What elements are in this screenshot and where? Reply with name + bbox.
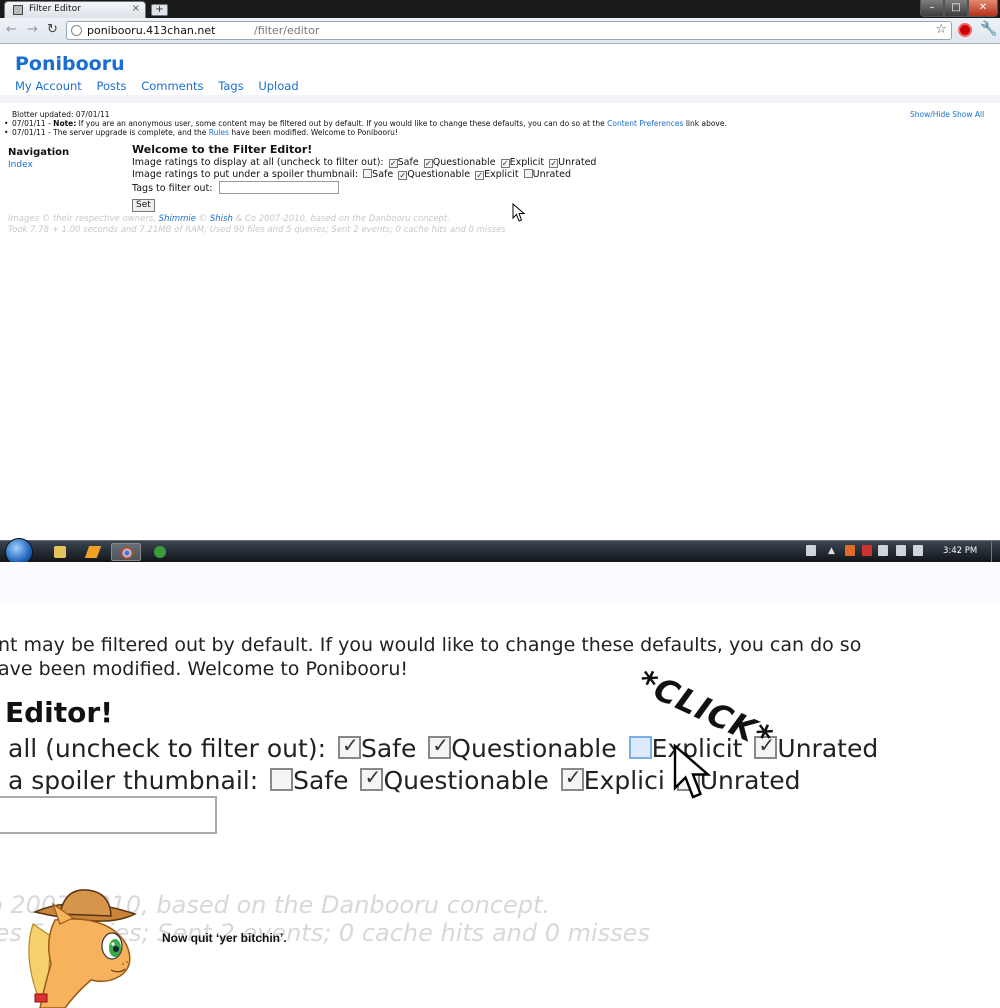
nav-posts[interactable]: Posts [96,79,126,93]
zoomed-spoiler-safe-checkbox[interactable] [270,768,294,791]
reload-icon[interactable]: ↻ [47,22,58,37]
navigation-heading: Navigation [8,147,70,158]
shimmie-link[interactable]: Shimmie [159,214,196,224]
browser-toolbar: ← → ↻ ponibooru.413chan.net /filter/edit… [0,18,1000,44]
back-arrow-icon[interactable]: ← [6,22,17,37]
blotter: Blotter updated: 07/01/11 • 07/01/11 - No… [4,110,892,137]
shish-link[interactable]: Shish [210,214,233,224]
blotter-entry: • 07/01/11 - The server upgrade is comple… [4,128,398,137]
nav-comments[interactable]: Comments [141,79,203,93]
site-title[interactable]: Ponibooru [15,53,125,75]
display-questionable-checkbox[interactable] [423,159,433,168]
set-button[interactable]: Set [132,199,155,212]
address-bar[interactable]: ponibooru.413chan.net /filter/editor ☆ [66,21,952,40]
display-ratings-row: Image ratings to display at all (uncheck… [132,157,596,169]
web-page: Ponibooru My Account Posts Comments Tags… [0,45,1000,540]
comic-caption: Now quit ‘yer bitchin’. [162,931,287,945]
tags-filter-input[interactable] [218,181,339,194]
zoomed-tags-input[interactable] [0,796,217,834]
spoiler-questionable-checkbox[interactable] [398,171,408,180]
new-tab-button[interactable]: + [151,4,168,16]
filter-editor-form: Welcome to the Filter Editor! Image rati… [132,143,596,212]
page-footer: Images © their respective owners, Shimmi… [8,214,506,235]
rules-link[interactable]: Rules [209,128,229,137]
speaker-muted-icon[interactable] [845,545,855,556]
applejack-pony-icon [28,889,137,1008]
winamp-icon [84,546,102,558]
nav-my-account[interactable]: My Account [15,79,82,93]
keyboard-tray-icon[interactable] [806,545,816,556]
page-favicon-icon [13,5,23,15]
clock[interactable]: 3:42 PM [943,546,977,556]
taskbar-winamp[interactable] [78,543,108,561]
tray-expand-icon[interactable]: ▲ [828,546,838,557]
extension-icon[interactable] [958,23,972,37]
zoomed-editor-title: Editor! [5,696,113,729]
zoomed-spoiler-explicit-checkbox[interactable] [560,765,584,791]
windows-taskbar: ▲ 3:42 PM [0,538,1000,566]
tab-filter-editor[interactable]: Filter Editor × [4,1,146,18]
display-safe-checkbox[interactable] [388,159,398,168]
top-nav: My Account Posts Comments Tags Upload [15,79,310,93]
minimize-button[interactable]: – [920,0,944,17]
zoomed-cursor-icon [673,743,712,799]
display-explicit-checkbox[interactable] [500,159,510,168]
zoomed-explicit-checkbox[interactable] [628,736,652,759]
tab-strip: Filter Editor × + – □ ✕ [0,0,1000,18]
url-path: /filter/editor [254,24,320,37]
battery-icon[interactable] [896,545,906,556]
tab-title: Filter Editor [29,4,81,14]
show-hide-link[interactable]: Show/Hide Show All [910,110,984,119]
zoomed-header-band [0,562,1000,602]
taskbar-utorrent[interactable] [145,543,175,561]
url-host: ponibooru.413chan.net [87,24,216,37]
zoomed-blotter-line: nt may be filtered out by default. If yo… [0,634,862,656]
chrome-icon [121,547,133,559]
taskbar-explorer[interactable] [45,543,75,561]
folder-icon [54,546,66,558]
tags-row: Tags to filter out: [132,181,596,196]
volume-icon[interactable] [913,545,923,556]
spoiler-safe-checkbox[interactable] [363,169,373,178]
flag-icon[interactable] [862,545,872,556]
nav-upload[interactable]: Upload [258,79,298,93]
usb-icon[interactable] [878,545,888,556]
navigation-index-link[interactable]: Index [8,160,33,170]
blotter-updated: Blotter updated: 07/01/11 [12,110,110,119]
filter-editor-title: Welcome to the Filter Editor! [132,143,313,156]
zoomed-safe-checkbox[interactable] [337,733,361,759]
forward-arrow-icon[interactable]: → [27,22,38,37]
spoiler-ratings-row: Image ratings to put under a spoiler thu… [132,169,596,181]
screenshot-frame: Filter Editor × + – □ ✕ ← → ↻ ponibooru.… [0,0,1000,1008]
zoomed-panel: nt may be filtered out by default. If yo… [0,562,1000,1008]
header-separator [0,95,1000,103]
page-info-icon[interactable] [71,25,82,36]
close-window-button[interactable]: ✕ [968,0,998,17]
blotter-entry: • 07/01/11 - Note: If you are an anonymou… [4,119,727,128]
taskbar-chrome[interactable] [111,543,141,561]
content-preferences-link[interactable]: Content Preferences [607,119,683,128]
zoomed-questionable-checkbox[interactable] [428,733,452,759]
zoomed-spoiler-questionable-checkbox[interactable] [360,765,384,791]
nav-tags[interactable]: Tags [218,79,243,93]
maximize-button[interactable]: □ [944,0,968,17]
spoiler-unrated-checkbox[interactable] [523,169,533,178]
mouse-cursor-icon [512,203,526,222]
bookmark-star-icon[interactable]: ☆ [935,22,947,37]
display-unrated-checkbox[interactable] [549,159,559,168]
zoomed-blotter-line: ave been modified. Welcome to Ponibooru! [0,658,408,680]
show-desktop-button[interactable] [991,541,1000,563]
utorrent-icon [154,546,166,558]
wrench-menu-icon[interactable]: 🔧 [980,21,997,37]
spoiler-explicit-checkbox[interactable] [475,171,485,180]
tab-close-icon[interactable]: × [132,3,140,14]
